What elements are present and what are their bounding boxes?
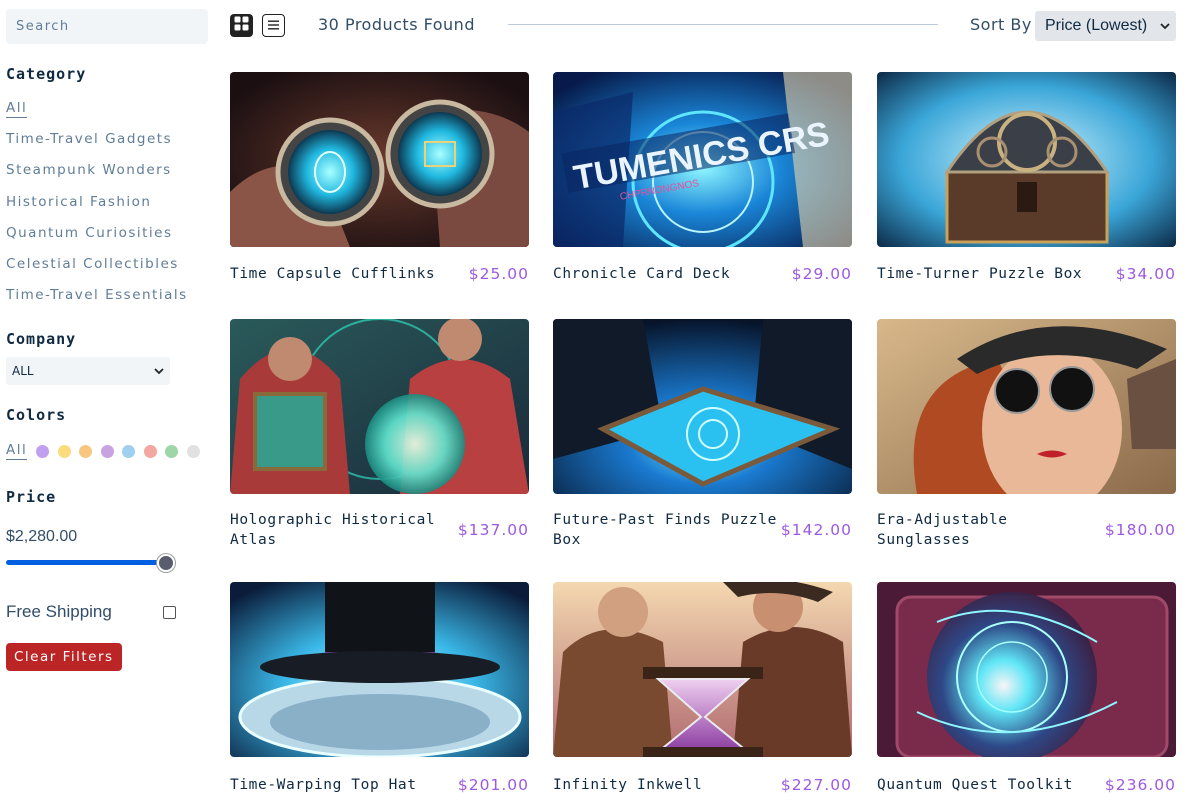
product-info: Era-Adjustable Sunglasses $180.00 (877, 510, 1176, 550)
sort-label: Sort By (970, 15, 1032, 34)
product-name: Time-Turner Puzzle Box (877, 266, 1083, 282)
category-historical-fashion[interactable]: Historical Fashion (6, 192, 188, 223)
sort-select-value: Price (Lowest) (1045, 17, 1148, 34)
filters-sidebar: Category All Time-Travel Gadgets Steampu… (6, 9, 211, 671)
product-price: $201.00 (457, 776, 529, 794)
product-name: Infinity Inkwell (553, 777, 703, 793)
category-list: All Time-Travel Gadgets Steampunk Wonder… (6, 97, 188, 317)
product-price: $29.00 (791, 265, 852, 283)
product-name: Time Capsule Cufflinks (230, 266, 436, 282)
sort-select[interactable]: Price (Lowest) (1035, 11, 1176, 41)
colors-title: Colors (6, 406, 67, 424)
product-price: $137.00 (457, 521, 529, 539)
product-card[interactable]: Time-Warping Top Hat $201.00 (230, 582, 529, 794)
chevron-down-icon (154, 364, 164, 378)
product-card[interactable]: Holographic Historical Atlas $137.00 (230, 319, 529, 548)
color-swatch[interactable] (57, 444, 71, 458)
category-time-travel-essentials[interactable]: Time-Travel Essentials (6, 285, 188, 316)
product-info: Time Capsule Cufflinks $25.00 (230, 264, 529, 284)
company-title: Company (6, 330, 77, 348)
product-name: Era-Adjustable Sunglasses (877, 512, 1008, 548)
free-shipping-checkbox[interactable] (163, 605, 176, 619)
price-value: $2,280.00 (6, 528, 78, 545)
product-name: Holographic Historical Atlas (230, 512, 436, 548)
product-image[interactable] (230, 319, 529, 494)
color-swatch[interactable] (122, 444, 136, 458)
product-price: $227.00 (780, 776, 852, 794)
product-name: Future-Past Finds Puzzle Box (553, 512, 777, 548)
list-view-button[interactable] (262, 14, 285, 37)
list-icon (267, 16, 280, 35)
company-select-value: ALL (12, 364, 34, 378)
company-select[interactable]: ALL (6, 357, 170, 385)
price-slider-track (6, 560, 166, 565)
clear-filters-button[interactable]: Clear Filters (6, 643, 122, 671)
color-swatch[interactable] (79, 444, 93, 458)
product-image[interactable] (553, 319, 852, 494)
product-price: $34.00 (1115, 265, 1176, 283)
free-shipping-label: Free Shipping (6, 602, 112, 621)
product-name: Chronicle Card Deck (553, 266, 731, 282)
category-all[interactable]: All (6, 98, 28, 118)
product-info: Time-Warping Top Hat $201.00 (230, 775, 529, 795)
product-price: $25.00 (468, 265, 529, 283)
color-swatch[interactable] (100, 444, 114, 458)
price-slider-thumb[interactable] (157, 554, 175, 572)
price-slider[interactable] (6, 553, 175, 573)
color-swatches: All (6, 442, 208, 460)
product-card[interactable]: Era-Adjustable Sunglasses $180.00 (877, 319, 1176, 548)
product-card[interactable]: Time-Turner Puzzle Box $34.00 (877, 72, 1176, 283)
color-swatch[interactable] (186, 444, 200, 458)
category-title: Category (6, 65, 87, 83)
product-image[interactable] (230, 582, 529, 757)
product-info: Holographic Historical Atlas $137.00 (230, 510, 529, 550)
product-image[interactable]: TUMENICS CRS CHPRNONGNOS (553, 72, 852, 247)
search-input[interactable] (6, 9, 208, 44)
color-all[interactable]: All (6, 442, 28, 460)
category-time-travel-gadgets[interactable]: Time-Travel Gadgets (6, 129, 188, 160)
product-info: Quantum Quest Toolkit $236.00 (877, 775, 1176, 795)
grid-view-button[interactable] (230, 14, 253, 37)
product-info: Chronicle Card Deck $29.00 (553, 264, 852, 284)
color-swatch[interactable] (165, 444, 179, 458)
category-quantum-curiosities[interactable]: Quantum Curiosities (6, 223, 188, 254)
product-image[interactable] (877, 582, 1176, 757)
product-card[interactable]: Time Capsule Cufflinks $25.00 (230, 72, 529, 283)
product-info: Time-Turner Puzzle Box $34.00 (877, 264, 1176, 284)
product-image[interactable] (230, 72, 529, 247)
color-swatch[interactable] (143, 444, 157, 458)
price-title: Price (6, 488, 57, 506)
products-found-count: 30 Products Found (318, 15, 475, 34)
product-price: $142.00 (780, 521, 852, 539)
product-price: $236.00 (1104, 776, 1176, 794)
product-card[interactable]: Quantum Quest Toolkit $236.00 (877, 582, 1176, 794)
grid-icon (234, 16, 249, 35)
color-swatch[interactable] (36, 444, 50, 458)
product-name: Quantum Quest Toolkit (877, 777, 1073, 793)
product-image[interactable] (877, 72, 1176, 247)
product-card[interactable]: TUMENICS CRS CHPRNONGNOS Chronicle Card … (553, 72, 852, 283)
product-price: $180.00 (1104, 521, 1176, 539)
product-image[interactable] (553, 582, 852, 757)
header-divider (508, 24, 938, 25)
chevron-down-icon (1160, 17, 1170, 35)
category-celestial-collectibles[interactable]: Celestial Collectibles (6, 254, 188, 285)
product-card[interactable]: Infinity Inkwell $227.00 (553, 582, 852, 794)
category-steampunk-wonders[interactable]: Steampunk Wonders (6, 160, 188, 191)
product-card[interactable]: Future-Past Finds Puzzle Box $142.00 (553, 319, 852, 548)
product-info: Infinity Inkwell $227.00 (553, 775, 852, 795)
product-image[interactable] (877, 319, 1176, 494)
product-info: Future-Past Finds Puzzle Box $142.00 (553, 510, 852, 550)
free-shipping-row: Free Shipping (6, 602, 176, 622)
product-name: Time-Warping Top Hat (230, 777, 417, 793)
